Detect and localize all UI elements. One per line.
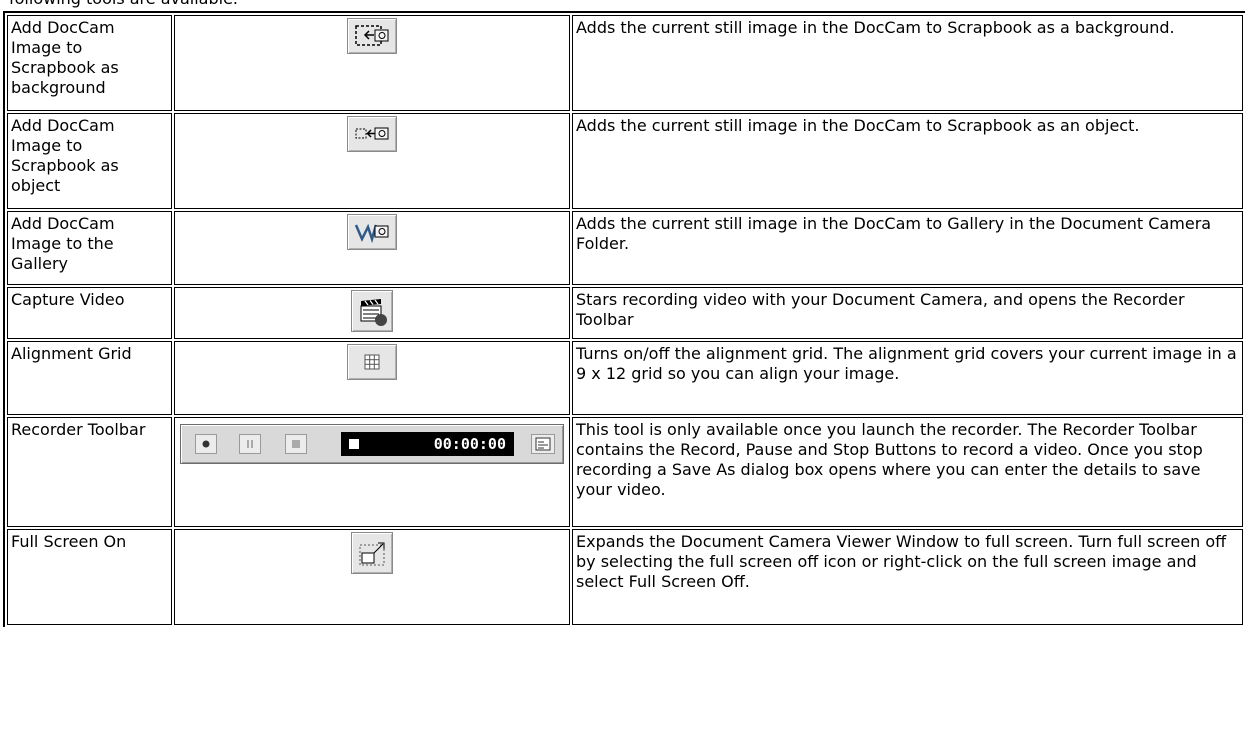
- table-row: Recorder Toolbar 00:00:00 This tool is o…: [7, 417, 1243, 527]
- table-row: Alignment Grid Turns on/off the alignmen…: [7, 341, 1243, 415]
- add-background-icon[interactable]: [347, 18, 397, 54]
- tool-name: Add DocCam Image to Scrapbook as object: [7, 113, 172, 209]
- tool-description: Adds the current still image in the DocC…: [572, 113, 1243, 209]
- tools-table: Add DocCam Image to Scrapbook as backgro…: [3, 11, 1245, 627]
- stop-button[interactable]: [285, 434, 307, 454]
- clapperboard-record-icon[interactable]: [351, 290, 393, 332]
- tool-description: Adds the current still image in the DocC…: [572, 15, 1243, 111]
- table-row: Add DocCam Image to Scrapbook as object …: [7, 113, 1243, 209]
- tool-name: Add DocCam Image to the Gallery: [7, 211, 172, 285]
- tool-name: Recorder Toolbar: [7, 417, 172, 527]
- tool-name: Alignment Grid: [7, 341, 172, 415]
- tool-name: Capture Video: [7, 287, 172, 339]
- record-button[interactable]: [195, 434, 217, 454]
- pause-button[interactable]: [239, 434, 261, 454]
- intro-text: following tools are available.: [9, 0, 238, 9]
- table-row: Add DocCam Image to Scrapbook as backgro…: [7, 15, 1243, 111]
- tool-name: Full Screen On: [7, 529, 172, 625]
- table-row: Capture Video Stars recording video with…: [7, 287, 1243, 339]
- table-row: Add DocCam Image to the Gallery Adds the…: [7, 211, 1243, 285]
- grid-icon[interactable]: [347, 344, 397, 380]
- options-button[interactable]: [531, 434, 555, 454]
- timer-display: 00:00:00: [341, 432, 514, 456]
- tool-description: Adds the current still image in the DocC…: [572, 211, 1243, 285]
- recorder-toolbar-icon: 00:00:00: [180, 424, 564, 464]
- tool-description: Turns on/off the alignment grid. The ali…: [572, 341, 1243, 415]
- table-row: Full Screen On Expands the Document Came…: [7, 529, 1243, 625]
- tool-name: Add DocCam Image to Scrapbook as backgro…: [7, 15, 172, 111]
- tool-description: Expands the Document Camera Viewer Windo…: [572, 529, 1243, 625]
- full-screen-icon[interactable]: [351, 532, 393, 574]
- timer-text: 00:00:00: [433, 435, 506, 453]
- stop-square-icon: [349, 439, 359, 449]
- add-object-icon[interactable]: [347, 116, 397, 152]
- tool-description: This tool is only available once you lau…: [572, 417, 1243, 527]
- add-gallery-icon[interactable]: [347, 214, 397, 250]
- tool-description: Stars recording video with your Document…: [572, 287, 1243, 339]
